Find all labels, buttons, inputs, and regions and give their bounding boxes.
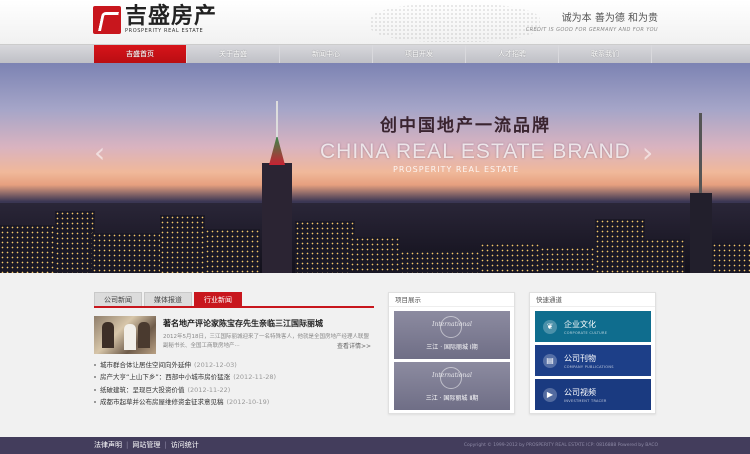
tower-right-spire — [699, 113, 702, 193]
footer-link-stats[interactable]: 访问统计 — [171, 441, 199, 449]
nav-item-news[interactable]: 新闻中心 — [280, 45, 373, 64]
qbtn-sublabel: INVESTMENT TRACER — [564, 398, 607, 403]
nav-item-contact[interactable]: 联系我们 — [559, 45, 652, 64]
slogan: 诚为本 善为德 和为贵 CREDIT IS GOOD FOR GERMANY A… — [526, 9, 658, 33]
banner-subtitle: PROSPERITY REAL ESTATE — [393, 165, 520, 174]
qbtn-label: 企业文化 — [564, 319, 596, 329]
featured-news: 著名地产评论家陈宝存先生亲临三江国际丽城 2012年5月18日，三江国际丽城迎来… — [94, 316, 374, 354]
news-list: 城市群合体让居住空间向外延伸 (2012-12-03) 房产大亨“上山下乡”：西部… — [94, 359, 374, 409]
project-logo-text: International — [432, 321, 472, 328]
content-area: 公司新闻 媒体报道 行业新闻 著名地产评论家陈宝存先生亲临三江国际丽城 2012… — [0, 273, 750, 437]
tab-company-news[interactable]: 公司新闻 — [94, 292, 142, 306]
logo[interactable]: 吉盛房产 PROSPERITY REAL ESTATE — [93, 5, 217, 34]
footer-link-legal[interactable]: 法律声明 — [94, 441, 122, 449]
footer: 法律声明 | 网站管理 | 访问统计 Copyright © 1999-2012 by … — [0, 437, 750, 454]
slogan-en: CREDIT IS GOOD FOR GERMANY AND FOR YOU — [525, 27, 658, 33]
project-card-1[interactable]: International 三江 · 国际丽城 Ⅰ期 — [394, 311, 510, 359]
tower-top — [269, 135, 285, 165]
header: 吉盛房产 PROSPERITY REAL ESTATE 诚为本 善为德 和为贵 … — [0, 0, 750, 44]
city-skyline — [0, 203, 750, 273]
list-item[interactable]: 纸破建筑：呈现巨大投资价值 (2012-11-22) — [94, 384, 374, 396]
nav-item-projects[interactable]: 项目开发 — [373, 45, 466, 64]
nav-item-careers[interactable]: 人才招聘 — [466, 45, 559, 64]
news-section: 公司新闻 媒体报道 行业新闻 著名地产评论家陈宝存先生亲临三江国际丽城 2012… — [94, 292, 374, 409]
banner-prev-arrow-icon[interactable]: ‹ — [94, 138, 106, 168]
world-map-decoration — [370, 4, 540, 42]
page: 吉盛房产 PROSPERITY REAL ESTATE 诚为本 善为德 和为贵 … — [0, 0, 750, 454]
tower-right — [690, 193, 712, 273]
corporate-culture-button[interactable]: ❦ 企业文化 CORPORATE CULTURE — [535, 311, 651, 342]
nav-item-about[interactable]: 关于吉盛 — [187, 45, 280, 64]
main-nav: 吉盛首页 关于吉盛 新闻中心 项目开发 人才招聘 联系我们 — [0, 44, 750, 64]
nav-item-home[interactable]: 吉盛首页 — [94, 45, 187, 64]
logo-text: 吉盛房产 — [125, 3, 218, 29]
empire-state-building — [262, 163, 292, 273]
qbtn-label: 公司刊物 — [564, 353, 596, 363]
list-item[interactable]: 房产大亨“上山下乡”：西部中小城市房价猛涨 (2012-11-28) — [94, 371, 374, 383]
company-publications-button[interactable]: ▤ 公司刊物 COMPANY PUBLICATIONS — [535, 345, 651, 376]
featured-news-title[interactable]: 著名地产评论家陈宝存先生亲临三江国际丽城 — [163, 318, 371, 330]
list-item[interactable]: 城市群合体让居住空间向外延伸 (2012-12-03) — [94, 359, 374, 371]
list-item[interactable]: 成都市起草并公布房屋维修资金征求意见稿 (2012-10-19) — [94, 396, 374, 408]
book-icon: ▤ — [543, 353, 557, 368]
qbtn-sublabel: COMPANY PUBLICATIONS — [564, 364, 614, 369]
company-video-button[interactable]: ▶ 公司视频 INVESTMENT TRACER — [535, 379, 651, 410]
projects-panel-title: 项目展示 — [389, 293, 514, 307]
project-label: 三江 · 国际丽城 Ⅰ期 — [426, 344, 478, 351]
quick-access-title: 快速通道 — [530, 293, 655, 307]
logo-icon — [93, 5, 121, 34]
qbtn-label: 公司视频 — [564, 387, 596, 397]
tab-media-reports[interactable]: 媒体报道 — [144, 292, 192, 306]
project-label: 三江 · 国际丽城 Ⅱ期 — [425, 395, 479, 402]
footer-copyright: Copyright © 1999-2012 by PROSPERITY REAL… — [463, 443, 658, 448]
footer-link-admin[interactable]: 网站管理 — [132, 441, 160, 449]
project-logo-text: International — [432, 372, 472, 379]
qbtn-sublabel: CORPORATE CULTURE — [564, 330, 608, 335]
leaf-icon: ❦ — [543, 319, 557, 334]
project-card-2[interactable]: International 三江 · 国际丽城 Ⅱ期 — [394, 362, 510, 410]
read-more-link[interactable]: 查看详情>> — [337, 342, 371, 351]
logo-subtitle: PROSPERITY REAL ESTATE — [125, 28, 204, 34]
banner-next-arrow-icon[interactable]: › — [642, 138, 654, 168]
hero-banner: 创中国地产一流品牌 CHINA REAL ESTATE BRAND PROSPE… — [0, 63, 750, 273]
play-icon: ▶ — [543, 387, 557, 402]
featured-news-desc: 2012年5月18日，三江国际丽城迎来了一名特殊客人，他就是全国房地产经理人联盟… — [163, 334, 371, 351]
featured-news-image[interactable] — [94, 316, 156, 354]
tab-industry-news[interactable]: 行业新闻 — [194, 292, 242, 306]
news-tabs: 公司新闻 媒体报道 行业新闻 — [94, 292, 374, 308]
projects-panel: 项目展示 International 三江 · 国际丽城 Ⅰ期 Internat… — [388, 292, 515, 414]
footer-links: 法律声明 | 网站管理 | 访问统计 — [94, 441, 199, 449]
banner-title-cn: 创中国地产一流品牌 — [380, 116, 551, 136]
banner-title-en: CHINA REAL ESTATE BRAND — [320, 140, 631, 163]
slogan-cn: 诚为本 善为德 和为贵 — [561, 13, 658, 24]
quick-access-panel: 快速通道 ❦ 企业文化 CORPORATE CULTURE ▤ 公司刊物 COM… — [529, 292, 656, 414]
tower-spire — [276, 101, 278, 137]
